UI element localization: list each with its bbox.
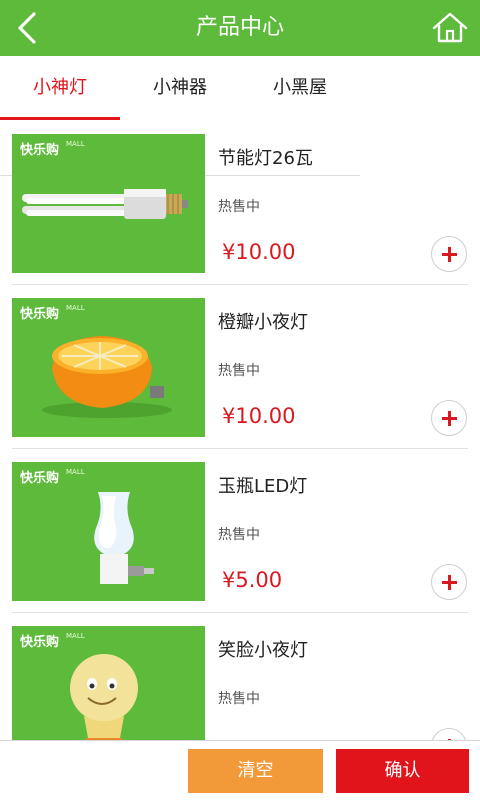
product-price: ¥5.00 bbox=[222, 568, 283, 592]
list-item[interactable]: 快乐购 MALL 玉瓶LED灯 热售中 ¥5.00 bbox=[0, 448, 480, 613]
confirm-button[interactable]: 确认 bbox=[336, 749, 469, 793]
add-to-cart-button[interactable] bbox=[431, 728, 467, 740]
product-status: 热售中 bbox=[218, 363, 260, 379]
product-status: 热售中 bbox=[218, 527, 260, 543]
list-item[interactable]: 快乐购 MALL 笑脸小夜灯 热售中 bbox=[0, 612, 480, 740]
product-image: 快乐购 MALL bbox=[12, 298, 205, 437]
product-name: 笑脸小夜灯 bbox=[218, 640, 308, 661]
bottom-action-bar: 清空 确认 bbox=[0, 740, 480, 800]
smiley-night-light-illustration bbox=[70, 654, 138, 740]
tab-xiaoshendeng[interactable]: 小神灯 bbox=[0, 56, 120, 120]
chevron-left-icon bbox=[18, 12, 36, 44]
orange-night-light-illustration bbox=[42, 336, 172, 418]
clear-button[interactable]: 清空 bbox=[188, 749, 323, 793]
back-button[interactable] bbox=[10, 8, 50, 48]
tab-xiaoshenqi[interactable]: 小神器 bbox=[120, 56, 240, 120]
plus-icon-bar bbox=[442, 417, 457, 420]
list-item[interactable]: 快乐购 MALL 橙瓣小夜灯 热售中 ¥10.00 bbox=[0, 284, 480, 449]
top-bar: 产品中心 bbox=[0, 0, 480, 56]
home-icon bbox=[432, 12, 468, 43]
product-image: 快乐购 MALL bbox=[12, 462, 205, 601]
product-price: ¥10.00 bbox=[222, 404, 296, 428]
product-image: 快乐购 MALL bbox=[12, 626, 205, 740]
product-image: 快乐购 MALL bbox=[12, 134, 205, 273]
plus-icon-bar bbox=[442, 253, 457, 256]
tab-xiaoheiwu[interactable]: 小黑屋 bbox=[240, 56, 360, 120]
category-tabs: 小神灯 小神器 小黑屋 bbox=[0, 56, 480, 176]
vase-led-light-illustration bbox=[94, 492, 154, 584]
plus-icon-bar bbox=[442, 581, 457, 584]
add-to-cart-button[interactable] bbox=[431, 564, 467, 600]
add-to-cart-button[interactable] bbox=[431, 400, 467, 436]
add-to-cart-button[interactable] bbox=[431, 236, 467, 272]
product-status: 热售中 bbox=[218, 691, 260, 707]
product-price: ¥10.00 bbox=[222, 240, 296, 264]
app-screen: 产品中心 小神灯 小神器 小黑屋 快乐购 MALL 节能灯26瓦 热售中 ¥10… bbox=[0, 0, 480, 800]
product-name: 玉瓶LED灯 bbox=[218, 476, 308, 497]
product-list[interactable]: 快乐购 MALL 节能灯26瓦 热售中 ¥10.00 快乐购 MALL 橙瓣小夜… bbox=[0, 120, 480, 740]
page-title: 产品中心 bbox=[195, 15, 284, 40]
cfl-bulb-illustration bbox=[22, 189, 188, 219]
product-name: 橙瓣小夜灯 bbox=[218, 312, 308, 333]
list-item[interactable]: 快乐购 MALL 节能灯26瓦 热售中 ¥10.00 bbox=[0, 120, 480, 285]
product-status: 热售中 bbox=[218, 199, 260, 215]
home-button[interactable] bbox=[430, 8, 470, 48]
product-name: 节能灯26瓦 bbox=[218, 148, 313, 169]
